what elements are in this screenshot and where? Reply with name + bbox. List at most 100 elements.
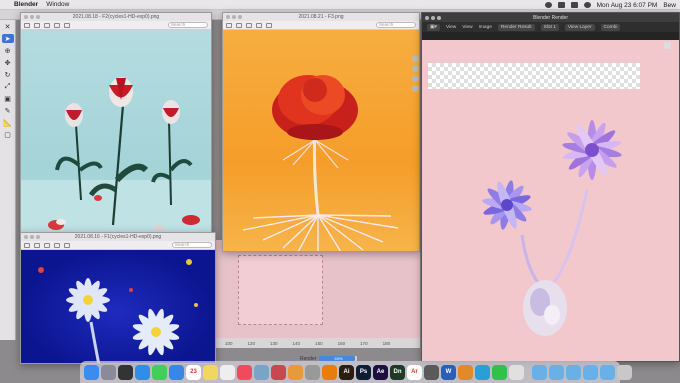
app-icon-3[interactable]	[458, 364, 473, 380]
side-button[interactable]	[412, 55, 419, 62]
finder-icon[interactable]	[84, 364, 99, 380]
timeline[interactable]: 100 120 130 140 150 160 170 180	[215, 338, 420, 348]
editor-type-dropdown[interactable]: ▣▾	[427, 23, 440, 31]
calendar-icon[interactable]: 23	[186, 364, 201, 380]
minimize-button[interactable]	[30, 235, 34, 239]
app-icon[interactable]	[305, 364, 320, 380]
annotate-tool-icon[interactable]: ✎	[2, 106, 14, 115]
minimize-button[interactable]	[30, 15, 34, 19]
folder-icon-4[interactable]	[583, 364, 598, 380]
close-button[interactable]	[24, 235, 28, 239]
sidebar-icon[interactable]	[24, 22, 30, 28]
minimize-button[interactable]	[232, 15, 236, 19]
titlebar[interactable]: Blender Render	[422, 13, 679, 22]
mission-control-icon[interactable]	[118, 364, 133, 380]
titlebar[interactable]: 2021.08.16 - F1(cycles1-HD-exp0).png	[21, 233, 215, 241]
menu-view[interactable]: View	[446, 25, 456, 30]
mail-icon[interactable]	[169, 364, 184, 380]
line-icon[interactable]	[492, 364, 507, 380]
zoom-in-icon[interactable]	[44, 242, 50, 248]
side-button[interactable]	[412, 85, 419, 92]
search-input[interactable]: Search	[168, 22, 208, 28]
markup-icon[interactable]	[64, 242, 70, 248]
sidebar-icon[interactable]	[226, 22, 232, 28]
launchpad-icon[interactable]	[101, 364, 116, 380]
pass-selector[interactable]: Combi	[600, 23, 621, 31]
word-icon[interactable]: W	[441, 364, 456, 380]
zoom-button[interactable]	[36, 235, 40, 239]
share-icon[interactable]	[256, 22, 262, 28]
close-button[interactable]	[226, 15, 230, 19]
folder-icon-3[interactable]	[566, 364, 581, 380]
slot-selector[interactable]: Slot 1	[540, 23, 559, 31]
titlebar[interactable]: 2021.08.21 - F3.png	[223, 13, 419, 21]
render-result-selector[interactable]: Render Result	[497, 23, 535, 31]
menu-window[interactable]: Window	[46, 0, 69, 10]
music-icon[interactable]	[237, 364, 252, 380]
acrobat-icon[interactable]: Ar	[407, 364, 422, 380]
titlebar[interactable]: 2021.08.18 - F2(cycles1-HD-exp0).png	[21, 13, 211, 21]
share-icon[interactable]	[54, 22, 60, 28]
side-button[interactable]	[412, 75, 419, 82]
preview-window-rose[interactable]: 2021.08.21 - F3.png Search	[222, 12, 420, 252]
cursor-tool-icon[interactable]: ⊕	[2, 46, 14, 55]
render-viewport[interactable]	[422, 40, 679, 361]
share-icon[interactable]	[54, 242, 60, 248]
zoom-in-icon[interactable]	[44, 22, 50, 28]
clock[interactable]: Mon Aug 23 6:07 PM	[597, 2, 658, 9]
photoshop-icon[interactable]: Ps	[356, 364, 371, 380]
markup-icon[interactable]	[266, 22, 272, 28]
illustrator-icon[interactable]: Ai	[339, 364, 354, 380]
measure-tool-icon[interactable]: 📐	[2, 118, 14, 127]
after-effects-icon[interactable]: Ae	[373, 364, 388, 380]
app-icon-2[interactable]	[424, 364, 439, 380]
close-icon[interactable]: ✕	[2, 22, 14, 31]
blender-render-window[interactable]: Blender Render ▣▾ View View Image Render…	[421, 12, 680, 362]
search-input[interactable]: Search	[172, 242, 212, 248]
scale-tool-icon[interactable]: ⤢	[2, 82, 14, 91]
zoom-out-icon[interactable]	[236, 22, 242, 28]
app-icon-5[interactable]	[509, 364, 524, 380]
photo-icon[interactable]	[271, 364, 286, 380]
battery-icon[interactable]	[557, 2, 565, 8]
wifi-icon[interactable]	[570, 2, 578, 8]
menu-app-name[interactable]: Blender	[14, 0, 38, 10]
folder-icon-5[interactable]	[600, 364, 615, 380]
sidebar-icon[interactable]	[24, 242, 30, 248]
messages-icon[interactable]	[152, 364, 167, 380]
zoom-in-icon[interactable]	[246, 22, 252, 28]
add-cube-icon[interactable]: ▢	[2, 130, 14, 139]
transform-tool-icon[interactable]: ▣	[2, 94, 14, 103]
preview-icon[interactable]	[254, 364, 269, 380]
safari-icon[interactable]	[135, 364, 150, 380]
reminders-icon[interactable]	[220, 364, 235, 380]
zoom-button[interactable]	[238, 15, 242, 19]
search-icon[interactable]	[583, 2, 591, 8]
preview-window-tulips[interactable]: 2021.08.18 - F2(cycles1-HD-exp0).png Sea…	[20, 12, 212, 234]
view-layer-selector[interactable]: View Layer	[564, 23, 595, 31]
user-name[interactable]: Bew	[663, 2, 676, 9]
app-icon-4[interactable]	[475, 364, 490, 380]
dimension-icon[interactable]: Dn	[390, 364, 405, 380]
zoom-button[interactable]	[36, 15, 40, 19]
notes-icon[interactable]	[203, 364, 218, 380]
menu-view-2[interactable]: View	[462, 25, 472, 30]
window-toolbar: Search	[21, 241, 215, 250]
menu-image[interactable]: Image	[479, 25, 492, 30]
trash-icon[interactable]	[617, 364, 632, 380]
folder-icon-2[interactable]	[549, 364, 564, 380]
preview-window-daisies[interactable]: 2021.08.16 - F1(cycles1-HD-exp0).png Sea…	[20, 232, 216, 364]
select-tool-icon[interactable]: ➤	[1, 34, 14, 43]
photos-icon[interactable]	[288, 364, 303, 380]
folder-icon[interactable]	[532, 364, 547, 380]
move-tool-icon[interactable]: ✥	[2, 58, 14, 67]
markup-icon[interactable]	[64, 22, 70, 28]
blender-icon[interactable]	[322, 364, 337, 380]
search-input[interactable]: Search	[376, 22, 416, 28]
zoom-out-icon[interactable]	[34, 22, 40, 28]
zoom-out-icon[interactable]	[34, 242, 40, 248]
side-button[interactable]	[412, 65, 419, 72]
rotate-tool-icon[interactable]: ↻	[2, 70, 14, 79]
close-button[interactable]	[24, 15, 28, 19]
status-icon[interactable]	[544, 2, 552, 8]
